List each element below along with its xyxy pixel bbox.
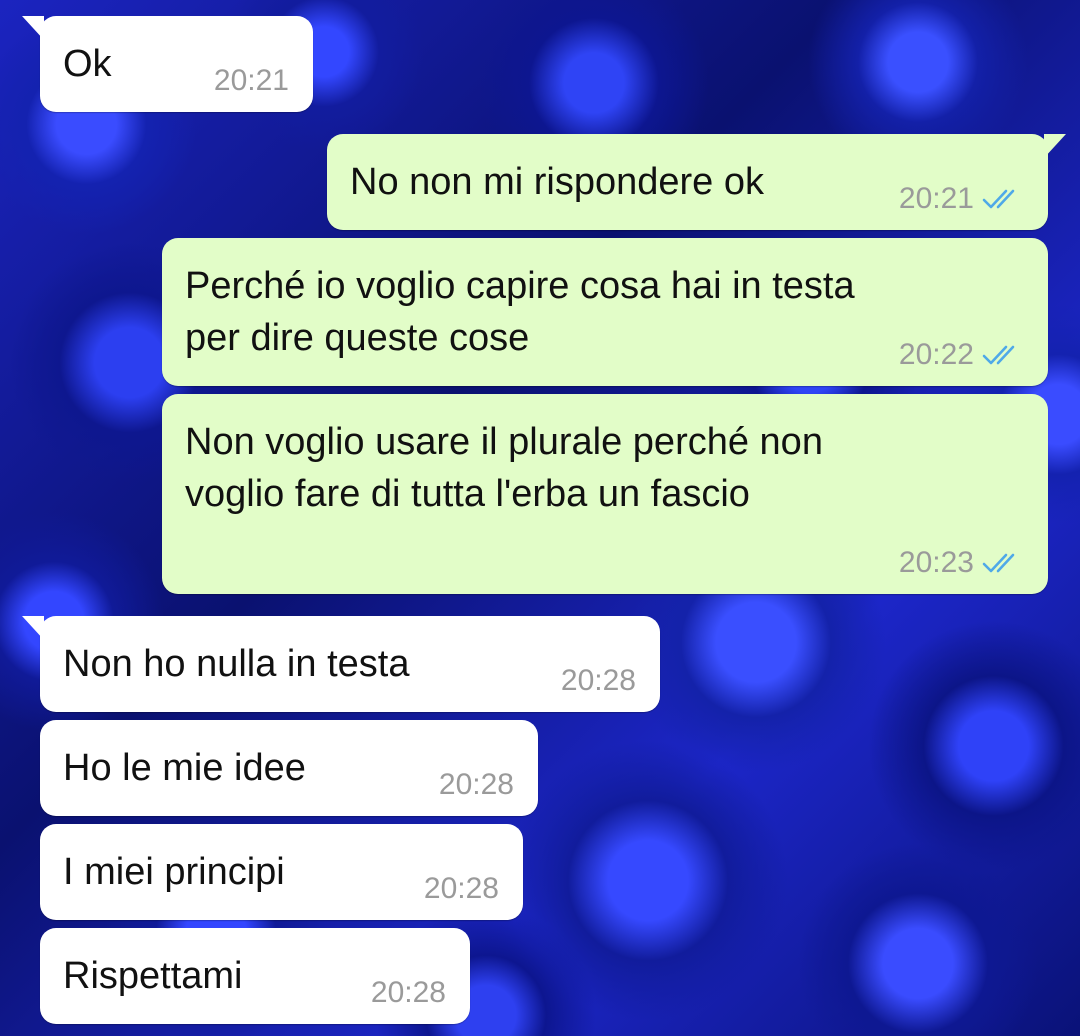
message-meta: 20:21 <box>899 182 1024 216</box>
incoming-message[interactable]: Rispettami 20:28 <box>40 928 470 1024</box>
message-meta: 20:28 <box>371 976 446 1010</box>
message-meta: 20:21 <box>214 64 289 98</box>
message-meta: 20:23 <box>899 546 1024 580</box>
bubble-tail <box>1044 134 1066 158</box>
message-meta: 20:28 <box>424 872 499 906</box>
message-text: Rispettami <box>63 955 243 997</box>
message-time: 20:21 <box>213 64 289 97</box>
outgoing-message[interactable]: No non mi rispondere ok 20:21 <box>327 134 1066 230</box>
message-time: 20:21 <box>898 182 974 215</box>
message-time: 20:28 <box>438 768 514 801</box>
incoming-message[interactable]: Ok 20:21 <box>22 16 313 112</box>
bubble-tail <box>22 16 44 40</box>
incoming-message[interactable]: Ho le mie idee 20:28 <box>40 720 538 816</box>
message-meta: 20:22 <box>899 338 1024 372</box>
outgoing-message[interactable]: Non voglio usare il plurale perché non v… <box>162 394 1048 594</box>
message-time: 20:28 <box>423 872 499 905</box>
message-text: Non ho nulla in testa <box>63 643 410 685</box>
bubble-tail <box>22 616 44 640</box>
message-time: 20:28 <box>560 664 636 697</box>
incoming-message[interactable]: Non ho nulla in testa 20:28 <box>22 616 660 712</box>
message-meta: 20:28 <box>439 768 514 802</box>
read-double-check-icon <box>982 553 1015 573</box>
message-text: Ok <box>63 43 112 85</box>
read-double-check-icon <box>982 345 1015 365</box>
message-text: Ho le mie idee <box>63 747 306 789</box>
message-time: 20:22 <box>898 338 974 371</box>
message-meta: 20:28 <box>561 664 636 698</box>
incoming-message[interactable]: I miei principi 20:28 <box>40 824 523 920</box>
message-time: 20:23 <box>898 546 974 579</box>
message-time: 20:28 <box>370 976 446 1009</box>
read-double-check-icon <box>982 189 1015 209</box>
message-text: I miei principi <box>63 851 285 893</box>
message-text: No non mi rispondere ok <box>350 161 764 203</box>
message-text: Non voglio usare il plurale perché non v… <box>185 421 823 515</box>
outgoing-message[interactable]: Perché io voglio capire cosa hai in test… <box>162 238 1048 386</box>
message-text: Perché io voglio capire cosa hai in test… <box>185 265 855 359</box>
message-list[interactable]: Ok 20:21 No non mi rispondere ok 20:21 P… <box>0 0 1080 1036</box>
